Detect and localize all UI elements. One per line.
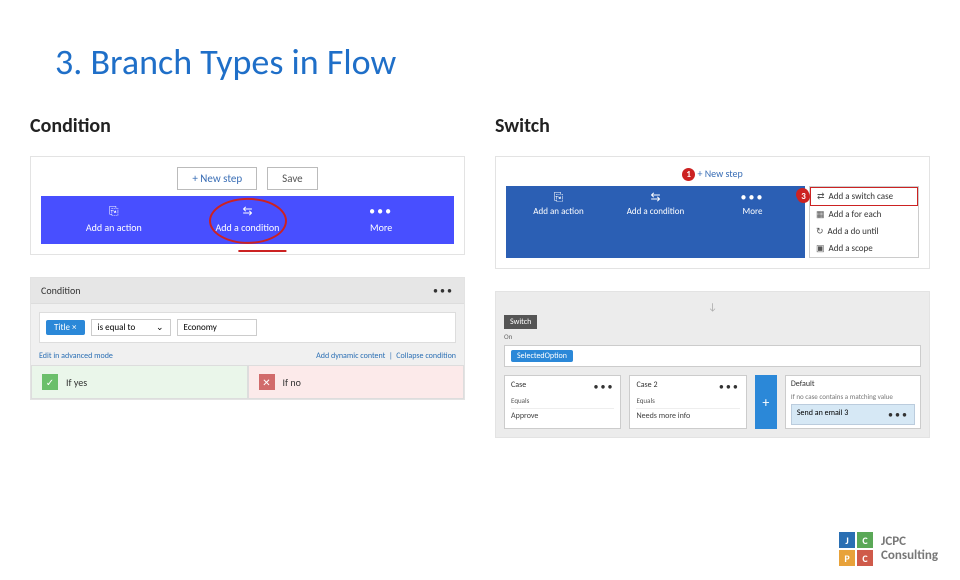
default-case[interactable]: Default If no case contains a matching v… [785,375,921,429]
switch-on-field[interactable]: SelectedOption [504,345,921,367]
if-yes-branch[interactable]: ✓ If yes [31,365,248,399]
switch-icon: ⇄ [817,191,825,202]
logo-c1: C [857,532,873,548]
menu-add-switch[interactable]: 3 ⇄ Add a switch case [810,187,918,206]
condition-icon: ⇆ [650,192,660,204]
condition-action-bar: ⎘ Add an action ⇆ Add a condition ••• Mo… [41,196,454,244]
advanced-mode-link[interactable]: Edit in advanced mode [39,351,113,361]
scope-icon: ▣ [816,243,825,254]
switch-add-condition-button[interactable]: ⇆ Add a condition [607,192,704,252]
ellipsis-icon: ••• [369,206,393,218]
jcpc-logo: J C P C JCPC Consulting [839,532,938,566]
x-icon: ✕ [259,374,275,390]
switch-more-button[interactable]: ••• More 2 [704,192,801,252]
case-menu-icon[interactable]: ••• [593,380,614,393]
condition-header-menu[interactable]: ••• [433,284,454,297]
switch-on-value: SelectedOption [511,350,573,362]
badge-1: 1 [682,168,695,181]
dynamic-content-link[interactable]: Add dynamic content [316,351,385,361]
menu-add-foreach[interactable]: ▦ Add a for each [810,206,918,223]
value-input[interactable]: Economy [177,319,257,336]
if-no-label: If no [283,376,301,389]
badge-3: 3 [797,190,810,203]
slide-title: 3. Branch Types in Flow [55,40,960,84]
condition-editor-panel: Condition ••• Title × is equal to⌄ Econo… [30,277,465,400]
more-button[interactable]: ••• More [315,206,447,234]
default-action-menu[interactable]: ••• [888,408,909,421]
logo-c2: C [857,550,873,566]
two-column-layout: Condition + New step Save ⎘ Add an actio… [0,114,960,438]
dountil-icon: ↻ [816,226,824,237]
switch-heading: Switch [495,114,930,138]
ellipsis-icon: ••• [741,192,765,204]
annotation-line [238,250,286,252]
switch-chip: Switch [504,315,537,329]
add-case-button[interactable]: + [755,375,777,429]
if-yes-label: If yes [66,376,87,389]
switch-cases-panel: ↓ Switch On SelectedOption Case••• Equal… [495,291,930,438]
switch-column: Switch 1 + New step ⎘ Add an action ⇆ Ad… [495,114,930,438]
check-icon: ✓ [42,374,58,390]
action-icon: ⎘ [109,206,119,218]
logo-p: P [839,550,855,566]
save-button[interactable]: Save [267,167,317,190]
switch-new-step-button[interactable]: + New step [697,167,742,180]
logo-j: J [839,532,855,548]
condition-heading: Condition [30,114,465,138]
case-1[interactable]: Case••• Equals Approve [504,375,621,429]
case-menu-icon[interactable]: ••• [719,380,740,393]
switch-action-bar: ⎘ Add an action ⇆ Add a condition ••• Mo… [506,186,805,258]
case-2[interactable]: Case 2••• Equals Needs more info [629,375,746,429]
add-action-label: Add an action [86,221,142,234]
condition-editor-header: Condition ••• [31,278,464,304]
more-menu-dropdown: 3 ⇄ Add a switch case ▦ Add a for each ↻… [809,186,919,258]
switch-on-label: On [504,332,921,341]
more-label: More [370,221,392,234]
add-action-button[interactable]: ⎘ Add an action [48,206,180,234]
menu-add-scope[interactable]: ▣ Add a scope [810,240,918,257]
logo-mark: J C P C [839,532,873,566]
condition-top-panel: + New step Save ⎘ Add an action ⇆ Add a … [30,156,465,255]
annotation-circle [209,198,287,244]
new-step-button[interactable]: + New step [177,167,257,190]
action-icon: ⎘ [554,192,564,204]
chevron-down-icon: ⌄ [156,322,164,333]
condition-header-text: Condition [41,284,81,297]
menu-add-dountil[interactable]: ↻ Add a do until [810,223,918,240]
if-no-branch[interactable]: ✕ If no [248,365,465,399]
condition-column: Condition + New step Save ⎘ Add an actio… [30,114,465,438]
logo-text: JCPC Consulting [881,535,938,564]
switch-top-panel: 1 + New step ⎘ Add an action ⇆ Add a con… [495,156,930,269]
default-action-label: Send an email 3 [797,408,848,421]
foreach-icon: ▦ [816,209,825,220]
collapse-link[interactable]: Collapse condition [396,351,456,361]
operator-select[interactable]: is equal to⌄ [91,319,171,336]
field-pill[interactable]: Title × [46,320,85,335]
flow-arrow-icon: ↓ [504,300,921,313]
switch-add-action-button[interactable]: ⎘ Add an action [510,192,607,252]
